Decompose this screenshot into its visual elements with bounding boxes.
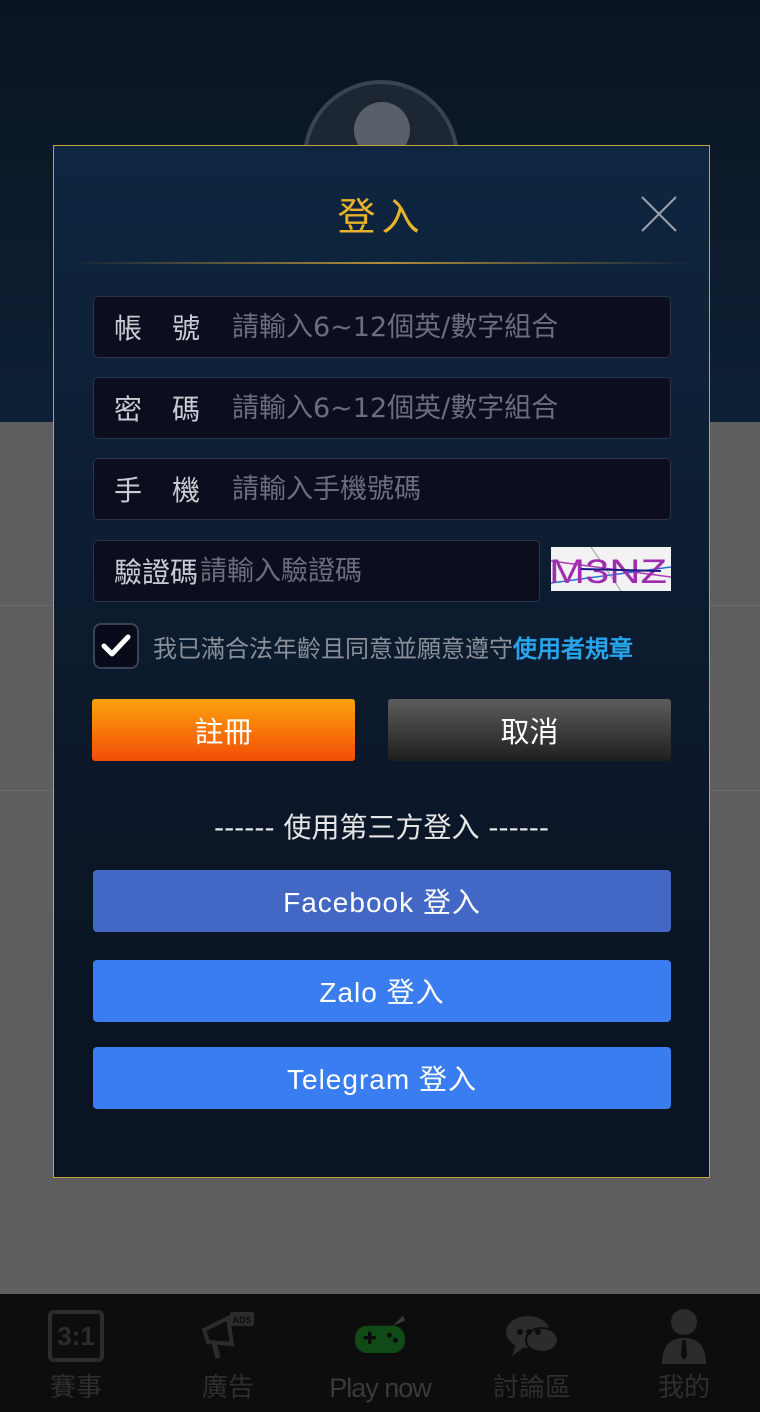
account-input[interactable] [230, 296, 670, 358]
svg-text:M3NZ: M3NZ [551, 553, 667, 591]
nav-item-profile[interactable]: 我的 [608, 1294, 760, 1412]
nav-item-forum[interactable]: 討論區 [456, 1294, 608, 1412]
cancel-button[interactable]: 取消 [388, 699, 671, 761]
register-button[interactable]: 註冊 [92, 699, 355, 761]
password-label: 密碼 [114, 393, 231, 426]
password-input[interactable] [230, 377, 670, 439]
captcha-image[interactable]: M3NZ [551, 547, 671, 591]
terms-link[interactable]: 使用者規章 [513, 629, 633, 664]
account-label: 帳號 [114, 312, 231, 345]
gamepad-icon [350, 1308, 410, 1364]
account-field: 帳號 [93, 296, 671, 358]
calendar-score-icon: 3:1 [46, 1308, 106, 1364]
user-profile-icon [654, 1308, 714, 1364]
third-party-login-label: ------ 使用第三方登入 ------ [213, 811, 550, 844]
captcha-input[interactable] [198, 540, 545, 602]
agreement-text: 我已滿合法年齡且同意並願意遵守 [153, 634, 513, 663]
nav-item-matches[interactable]: 3:1 賽事 [0, 1294, 152, 1412]
chat-bubbles-icon [502, 1308, 562, 1364]
phone-field: 手機 [93, 458, 671, 520]
nav-item-ads[interactable]: ADS 廣告 [152, 1294, 304, 1412]
nav-label: 賽事 [49, 1373, 102, 1403]
close-icon[interactable] [639, 194, 679, 234]
captcha-label: 驗證碼 [114, 556, 199, 589]
nav-label: 我的 [657, 1373, 710, 1403]
password-field: 密碼 [93, 377, 671, 439]
svg-text:ADS: ADS [232, 1315, 251, 1325]
phone-label: 手機 [114, 474, 231, 507]
nav-label: Play now [329, 1373, 432, 1403]
ads-megaphone-icon: ADS [198, 1308, 258, 1364]
checkmark-icon [101, 634, 131, 657]
zalo-login-button[interactable]: Zalo 登入 [93, 960, 671, 1022]
facebook-login-button[interactable]: Facebook 登入 [93, 870, 671, 932]
bottom-nav: 3:1 賽事 ADS 廣告 Play now 討論區 我的 [0, 1294, 760, 1412]
nav-label: 廣告 [201, 1373, 254, 1403]
agreement-checkbox[interactable] [93, 623, 139, 669]
title-divider [70, 262, 695, 264]
nav-item-play-now[interactable]: Play now [304, 1294, 456, 1412]
agreement-row: 我已滿合法年齡且同意並願意遵守 使用者規章 [93, 622, 633, 670]
captcha-field: 驗證碼 [93, 540, 545, 602]
telegram-login-button[interactable]: Telegram 登入 [93, 1047, 671, 1109]
phone-input[interactable] [230, 458, 670, 520]
modal-title: 登入 [337, 195, 426, 239]
nav-label: 討論區 [492, 1373, 571, 1403]
login-modal: 登入 帳號 密碼 手機 驗證碼 M3NZ 我 [53, 145, 710, 1178]
